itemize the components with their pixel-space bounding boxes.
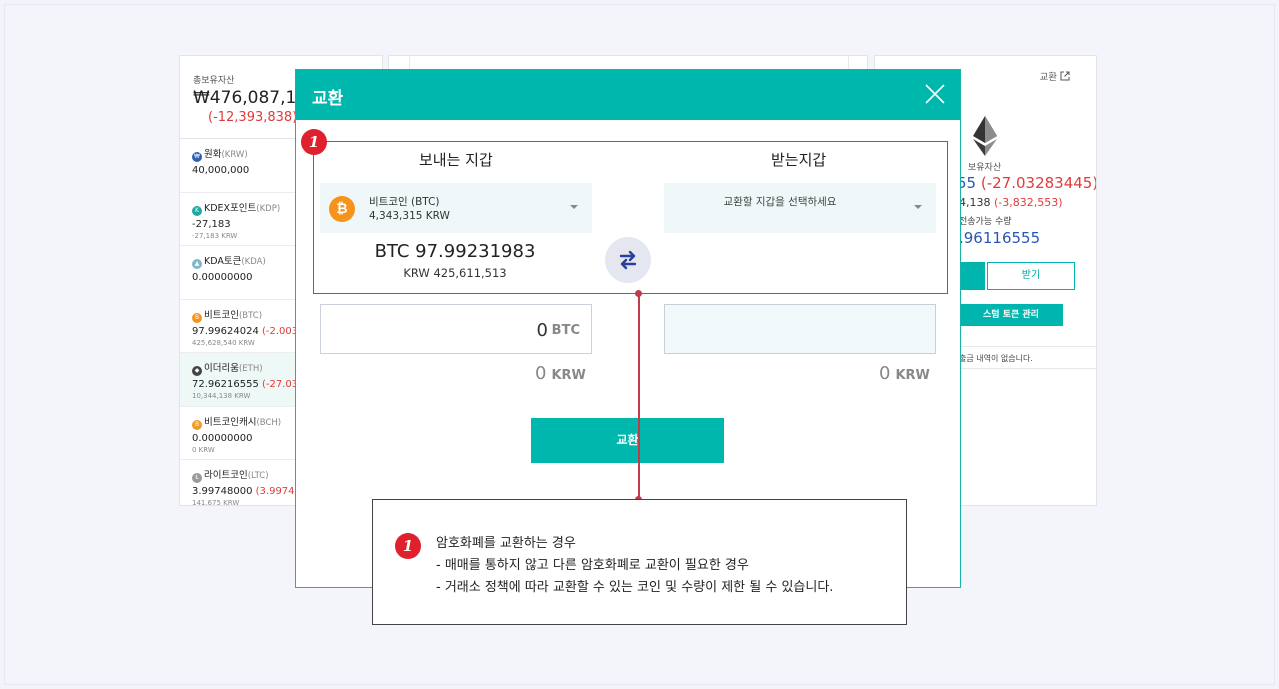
holding-krw: 4,138 (-3,832,553) [959,196,1063,209]
ethereum-logo-icon [973,116,997,156]
litecoin-icon: Ł [192,473,202,483]
holding-label: 보유자산 [968,163,1002,173]
callout-title: 암호화폐를 교환하는 경우 [436,536,576,551]
step-badge: 1 [301,129,327,155]
receive-krw-output: 0 KRW [879,363,930,384]
receive-wallet-placeholder: 교환할 지갑을 선택하세요 [723,196,837,208]
send-amount-value: 0 [536,320,548,341]
callout-line: - 매매를 통하지 않고 다른 암호화폐로 교환이 필요한 경우 [436,558,749,573]
receive-amount-input[interactable] [664,304,936,354]
total-assets-change: (-12,393,838) [208,110,298,125]
holding-value: 55 (-27.03283445) [957,174,1097,192]
send-amount-input[interactable]: 0 BTC [320,304,592,354]
send-balance-krw: KRW 425,611,513 [403,266,507,280]
send-wallet-select[interactable]: ₿ 비트코인 (BTC) 4,343,315 KRW [320,183,592,233]
external-link-icon [1060,71,1070,81]
chevron-down-icon [914,205,922,209]
send-wallet-title: 보내는 지갑 [419,151,493,169]
exchange-button[interactable]: 교환 [531,418,724,463]
send-amount-unit: BTC [551,323,580,338]
close-icon[interactable] [924,83,946,105]
ethereum-icon: ◆ [192,366,202,376]
bitcoin-icon: B [192,312,202,323]
kda-icon: ▲ [192,259,202,269]
krw-icon: ₩ [192,152,202,162]
kdp-icon: K [192,205,202,216]
empty-history-text: 출금 내역이 없습니다. [959,354,1033,363]
modal-title: 교환 [312,89,344,109]
receive-button[interactable]: 받기 [987,262,1075,290]
bitcoin-icon: ₿ [329,196,355,222]
callout-leader-line [638,293,640,499]
send-krw-output: 0 KRW [535,363,586,384]
receive-wallet-select[interactable]: 교환할 지갑을 선택하세요 [664,183,936,233]
send-button[interactable] [959,262,985,290]
exchange-link[interactable]: 교환 [1039,69,1070,83]
send-wallet-name: 비트코인 (BTC) [369,196,440,208]
send-balance: BTC 97.99231983 [374,241,536,262]
receive-wallet-title: 받는지갑 [771,151,827,169]
swap-arrows-icon [619,250,637,270]
callout-box: 1 암호화폐를 교환하는 경우 - 매매를 통하지 않고 다른 암호화폐로 교환… [372,499,907,625]
bitcoin-cash-icon: B [192,419,202,430]
holding-change: (-27.03283445) [980,174,1097,192]
callout-badge: 1 [395,533,421,559]
modal-header: 교환 [296,70,960,120]
callout-line: - 거래소 정책에 따라 교환할 수 있는 코인 및 수량이 제한 될 수 있습… [436,580,834,595]
send-wallet-krw: 4,343,315 KRW [369,210,450,222]
transferable-label: 전송가능 수량 [959,217,1012,227]
swap-button[interactable] [605,237,651,283]
leader-dot [635,290,642,297]
total-assets-label: 총보유자산 [193,76,235,86]
transferable-value: .96116555 [959,229,1041,247]
token-manage-button[interactable]: 스텀 토큰 관리 [959,304,1063,326]
chevron-down-icon [570,205,578,209]
